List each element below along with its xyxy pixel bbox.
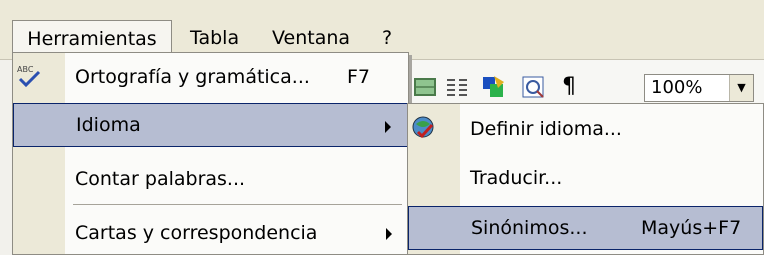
language-submenu: Definir idioma... Traducir... Sinónimos.… — [407, 103, 764, 255]
menu-item-label: Ortografía y gramática... — [75, 66, 310, 88]
zoom-value: 100% — [651, 77, 703, 98]
menu-ventana[interactable]: Ventana — [272, 20, 350, 56]
table-icon[interactable] — [412, 74, 438, 100]
menu-item-label: Cartas y correspondencia — [75, 222, 318, 244]
menu-item-shortcut: Mayús+F7 — [641, 217, 742, 239]
submenu-arrow-icon — [386, 228, 392, 240]
menu-item-label: Definir idioma... — [470, 118, 622, 140]
menu-item-definir-idioma[interactable]: Definir idioma... — [408, 107, 763, 151]
document-edge — [0, 60, 12, 255]
menu-item-label: Idioma — [76, 114, 141, 136]
tools-menu: ABC Ortografía y gramática... F7 Idioma … — [12, 52, 409, 255]
menu-item-shortcut: F7 — [347, 66, 371, 88]
menu-item-traducir[interactable]: Traducir... — [408, 156, 763, 200]
spelling-check-icon: ABC — [15, 62, 43, 90]
menu-herramientas[interactable]: Herramientas — [12, 20, 172, 56]
submenu-arrow-icon — [385, 121, 391, 133]
menu-item-label: Sinónimos... — [471, 217, 588, 239]
menu-tabla[interactable]: Tabla — [190, 20, 239, 56]
menu-bar: Herramientas Tabla Ventana ? — [0, 0, 764, 60]
menu-separator — [73, 204, 402, 205]
zoom-box[interactable]: 100% ▼ — [644, 74, 754, 102]
menu-item-contar-palabras[interactable]: Contar palabras... — [13, 157, 408, 201]
menu-item-spelling[interactable]: ABC Ortografía y gramática... F7 — [13, 55, 408, 99]
menu-item-cartas[interactable]: Cartas y correspondencia — [13, 211, 408, 255]
globe-check-icon — [410, 114, 438, 142]
columns-icon[interactable] — [444, 74, 470, 100]
menu-item-sinonimos[interactable]: Sinónimos... Mayús+F7 — [408, 206, 763, 250]
drawing-icon[interactable] — [480, 74, 506, 100]
show-formatting-icon[interactable]: ¶ — [556, 74, 582, 100]
document-map-icon[interactable] — [520, 74, 546, 100]
menu-item-label: Traducir... — [470, 167, 563, 189]
chevron-down-icon[interactable]: ▼ — [729, 75, 753, 101]
menu-item-idioma[interactable]: Idioma — [13, 103, 408, 147]
svg-text:ABC: ABC — [17, 65, 34, 74]
menu-item-label: Contar palabras... — [75, 168, 246, 190]
menu-help[interactable]: ? — [382, 20, 392, 56]
